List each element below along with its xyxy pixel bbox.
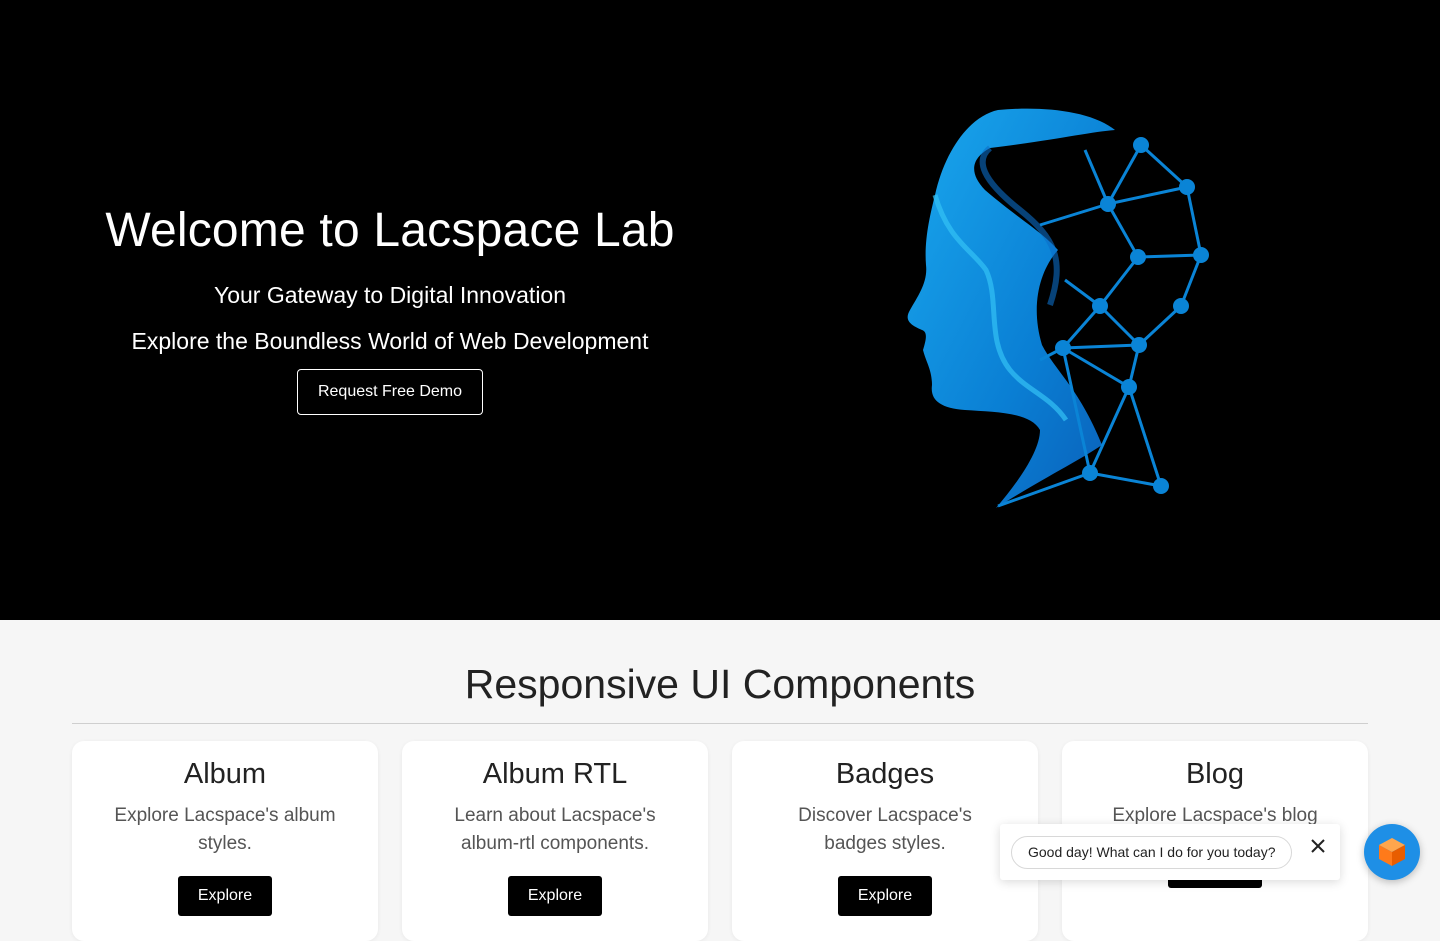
card-description: Learn about Lacspace's album-rtl compone… bbox=[454, 805, 656, 854]
card-album: Album Explore Lacspace's album styles. E… bbox=[72, 741, 378, 941]
chat-greeting-bubble[interactable]: Good day! What can I do for you today? bbox=[1011, 836, 1293, 869]
card-badges: Badges Discover Lacspace's badges styles… bbox=[732, 741, 1038, 941]
card-title: Album bbox=[183, 758, 267, 790]
components-heading: Responsive UI Components bbox=[464, 661, 976, 707]
explore-album-rtl-button[interactable]: Explore bbox=[508, 876, 602, 916]
request-demo-button[interactable]: Request Free Demo bbox=[297, 369, 483, 415]
hero-text-block: Welcome to Lacspace Lab Your Gateway to … bbox=[90, 196, 690, 415]
section-divider bbox=[72, 723, 1368, 724]
card-description: Discover Lacspace's badges styles. bbox=[798, 805, 972, 854]
hero-tagline: Explore the Boundless World of Web Devel… bbox=[131, 328, 649, 354]
explore-album-button[interactable]: Explore bbox=[178, 876, 272, 916]
card-album-rtl: Album RTL Learn about Lacspace's album-r… bbox=[402, 741, 708, 941]
card-title: Blog bbox=[1185, 758, 1245, 790]
card-title: Badges bbox=[835, 758, 935, 790]
hero-subtitle: Your Gateway to Digital Innovation bbox=[213, 282, 567, 308]
chat-launcher-button[interactable] bbox=[1364, 824, 1420, 880]
chat-popup: Good day! What can I do for you today? bbox=[1000, 824, 1340, 880]
ai-head-network-icon bbox=[890, 100, 1220, 520]
chat-cube-icon bbox=[1379, 838, 1405, 866]
hero-title: Welcome to Lacspace Lab bbox=[105, 204, 675, 257]
card-title: Album RTL bbox=[482, 758, 628, 790]
close-icon[interactable] bbox=[1308, 836, 1328, 856]
card-description: Explore Lacspace's album styles. bbox=[114, 805, 336, 854]
hero-section: Welcome to Lacspace Lab Your Gateway to … bbox=[0, 0, 1440, 620]
explore-badges-button[interactable]: Explore bbox=[838, 876, 932, 916]
